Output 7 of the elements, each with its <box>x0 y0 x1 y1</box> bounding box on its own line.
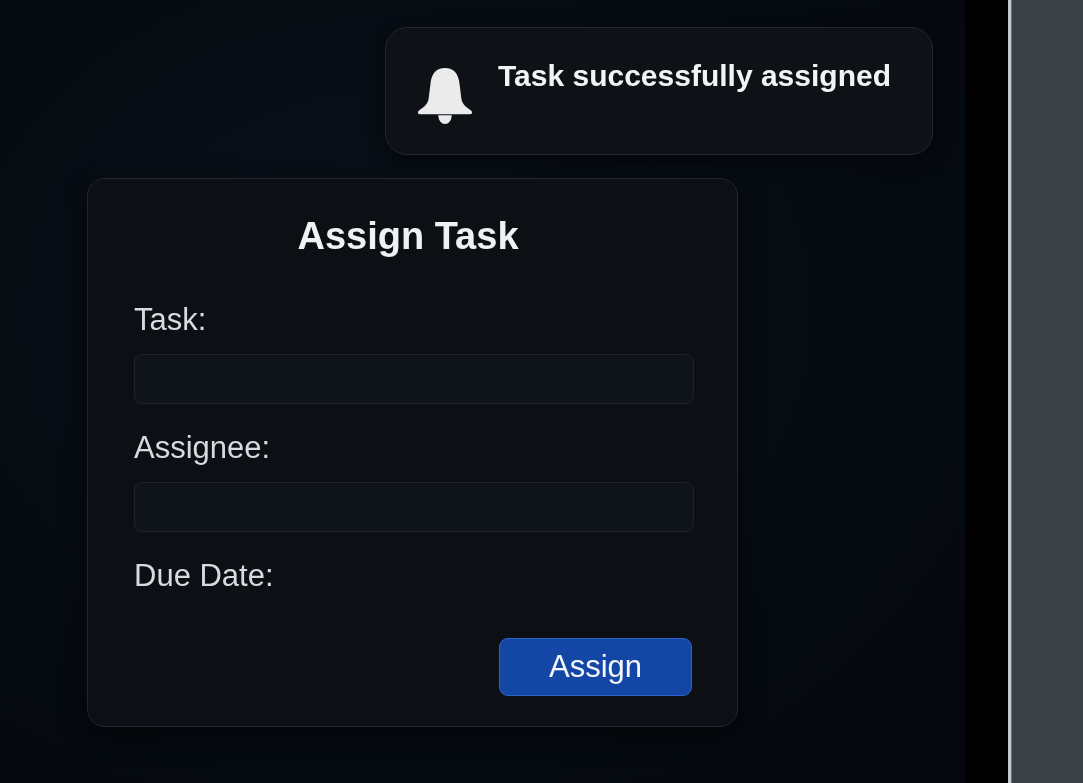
assign-button[interactable]: Assign <box>499 638 692 696</box>
field-label: Assignee: <box>134 430 271 466</box>
bell-icon <box>417 67 473 126</box>
field-label: Task: <box>134 302 207 338</box>
field-label: Due Date: <box>134 558 274 594</box>
notification-message: Task successfully assigned <box>498 58 891 94</box>
form-title: Assign Task <box>297 214 519 259</box>
